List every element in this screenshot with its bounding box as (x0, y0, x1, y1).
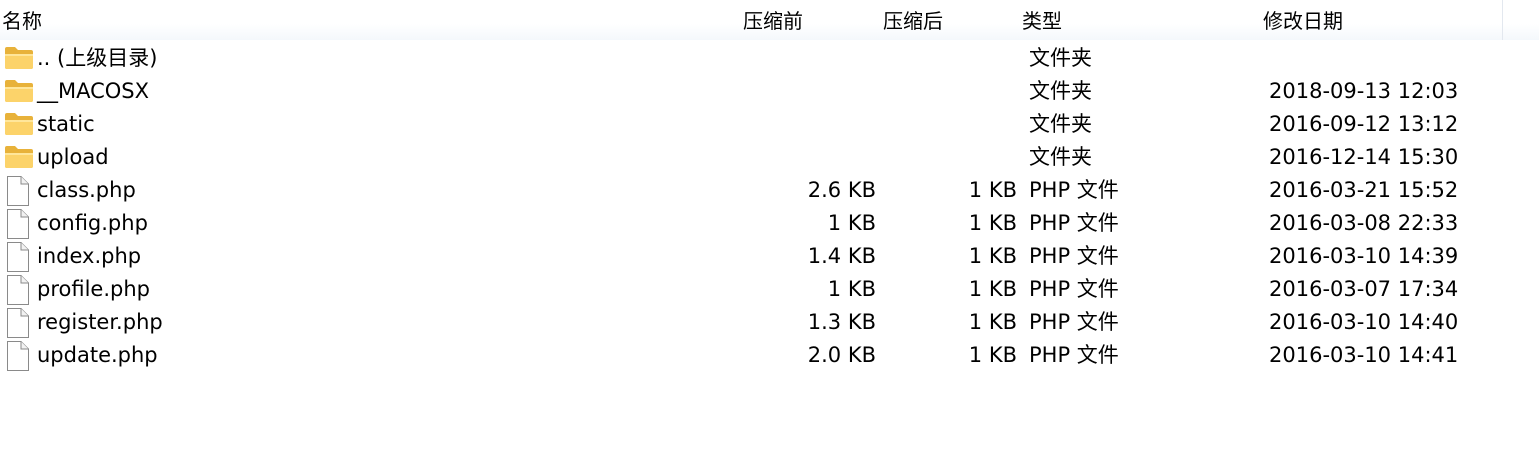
file-name: class.php (37, 178, 136, 202)
file-row[interactable]: register.php 1.3 KB 1 KB PHP 文件 2016-03-10 1… (0, 306, 1539, 339)
file-name: config.php (37, 211, 148, 235)
compressed-size: 2.0 KB (807, 343, 876, 367)
uncompressed-size: 1 KB (968, 343, 1017, 367)
file-type: PHP 文件 (1029, 277, 1119, 301)
file-row[interactable]: update.php 2.0 KB 1 KB PHP 文件 2016-03-10 14:… (0, 339, 1539, 372)
file-icon (4, 176, 30, 210)
file-type: PHP 文件 (1029, 178, 1119, 202)
file-name: static (37, 112, 95, 136)
compressed-size: 1.4 KB (807, 244, 876, 268)
file-row[interactable]: profile.php 1 KB 1 KB PHP 文件 2016-03-07 17:3… (0, 273, 1539, 306)
modified-date: 2016-12-14 15:30 (1269, 145, 1459, 169)
modified-date: 2016-03-10 14:40 (1269, 310, 1459, 334)
modified-date: 2016-03-10 14:41 (1269, 343, 1459, 367)
file-row[interactable]: index.php 1.4 KB 1 KB PHP 文件 2016-03-10 14:3… (0, 240, 1539, 273)
file-icon (4, 275, 30, 309)
modified-date: 2016-03-21 15:52 (1269, 178, 1459, 202)
file-name: index.php (37, 244, 142, 268)
file-type: 文件夹 (1029, 79, 1092, 103)
uncompressed-size: 1 KB (968, 277, 1017, 301)
modified-date: 2016-03-07 17:34 (1269, 277, 1459, 301)
uncompressed-size: 1 KB (968, 310, 1017, 334)
folder-icon (4, 46, 34, 74)
compressed-size: 1 KB (827, 211, 876, 235)
column-header-compressed[interactable]: 压缩前 (743, 8, 803, 34)
file-name: upload (37, 145, 109, 169)
column-header: 名称 压缩前 压缩后 类型 修改日期 (0, 0, 1539, 40)
file-row[interactable]: .. (上级目录) 文件夹 (0, 42, 1539, 75)
column-header-uncompressed[interactable]: 压缩后 (883, 8, 943, 34)
file-icon (4, 308, 30, 342)
file-row[interactable]: upload 文件夹 2016-12-14 15:30 (0, 141, 1539, 174)
file-name: register.php (37, 310, 163, 334)
modified-date: 2016-03-10 14:39 (1269, 244, 1459, 268)
column-header-name[interactable]: 名称 (2, 8, 42, 34)
file-type: 文件夹 (1029, 145, 1092, 169)
folder-icon (4, 112, 34, 140)
file-row[interactable]: __MACOSX 文件夹 2018-09-13 12:03 (0, 75, 1539, 108)
file-name: update.php (37, 343, 158, 367)
modified-date: 2018-09-13 12:03 (1269, 79, 1459, 103)
compressed-size: 1 KB (827, 277, 876, 301)
file-type: 文件夹 (1029, 112, 1092, 136)
file-row[interactable]: static 文件夹 2016-09-12 13:12 (0, 108, 1539, 141)
folder-icon (4, 79, 34, 107)
file-icon (4, 341, 30, 375)
uncompressed-size: 1 KB (968, 244, 1017, 268)
file-type: PHP 文件 (1029, 343, 1119, 367)
uncompressed-size: 1 KB (968, 178, 1017, 202)
uncompressed-size: 1 KB (968, 211, 1017, 235)
file-type: PHP 文件 (1029, 310, 1119, 334)
folder-icon (4, 145, 34, 173)
file-icon (4, 209, 30, 243)
file-name: .. (上级目录) (37, 46, 158, 70)
compressed-size: 1.3 KB (807, 310, 876, 334)
file-icon (4, 242, 30, 276)
file-row[interactable]: config.php 1 KB 1 KB PHP 文件 2016-03-08 22:33 (0, 207, 1539, 240)
file-name: __MACOSX (37, 79, 150, 103)
file-type: PHP 文件 (1029, 244, 1119, 268)
compressed-size: 2.6 KB (807, 178, 876, 202)
file-type: 文件夹 (1029, 46, 1092, 70)
modified-date: 2016-03-08 22:33 (1269, 211, 1459, 235)
column-header-modified[interactable]: 修改日期 (1263, 8, 1343, 34)
column-divider[interactable] (1502, 0, 1503, 40)
file-type: PHP 文件 (1029, 211, 1119, 235)
file-row[interactable]: class.php 2.6 KB 1 KB PHP 文件 2016-03-21 15:5… (0, 174, 1539, 207)
column-header-type[interactable]: 类型 (1022, 8, 1062, 34)
modified-date: 2016-09-12 13:12 (1269, 112, 1459, 136)
file-name: profile.php (37, 277, 150, 301)
